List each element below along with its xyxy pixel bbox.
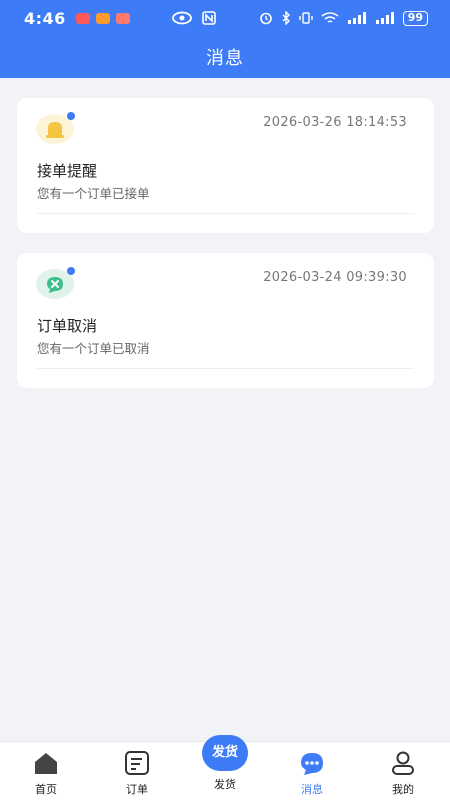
status-time: 4:46	[24, 8, 66, 28]
tab-orders-label: 订单	[126, 783, 148, 796]
orders-icon	[125, 751, 149, 775]
eye-icon	[171, 11, 192, 25]
messages-icon	[301, 753, 323, 775]
unread-dot	[67, 267, 75, 275]
ship-label: 发货	[214, 778, 236, 791]
status-bar: 4:46 99	[0, 0, 450, 36]
video-notification-icon	[95, 12, 110, 24]
notification-icons	[75, 12, 130, 24]
alarm-icon	[259, 12, 272, 25]
home-icon	[35, 753, 57, 774]
divider	[37, 213, 414, 214]
tab-home-label: 首页	[35, 783, 57, 796]
nfc-icon	[201, 11, 216, 25]
signal-icon	[347, 12, 366, 24]
tab-mine[interactable]: 我的	[368, 750, 438, 797]
status-center-icons	[171, 11, 216, 25]
battery-indicator: 99	[402, 10, 428, 26]
tab-messages-label: 消息	[301, 783, 323, 796]
tab-mine-label: 我的	[392, 783, 414, 796]
message-card[interactable]: 2026-03-26 18:14:53 接单提醒 您有一个订单已接单	[17, 98, 434, 233]
message-description: 您有一个订单已取消	[37, 341, 150, 356]
unread-dot	[67, 112, 75, 120]
vibrate-icon	[298, 12, 313, 24]
tab-home[interactable]: 首页	[11, 750, 81, 797]
message-time: 2026-03-24 09:39:30	[263, 270, 407, 285]
signal-2-icon	[375, 12, 394, 24]
wifi-icon	[321, 12, 339, 23]
message-title: 接单提醒	[37, 162, 98, 180]
bluetooth-icon	[282, 11, 290, 25]
tab-messages[interactable]: 消息	[277, 750, 347, 797]
user-icon	[392, 751, 414, 775]
message-time: 2026-03-26 18:14:53	[263, 115, 407, 130]
header: 4:46 99 消息	[0, 0, 450, 78]
page-title: 消息	[206, 48, 244, 69]
status-right-icons: 99	[259, 10, 428, 26]
divider	[37, 368, 414, 369]
message-description: 您有一个订单已接单	[37, 186, 150, 201]
chat-notification-icon	[115, 12, 130, 24]
tab-orders[interactable]: 订单	[102, 750, 172, 797]
message-title: 订单取消	[37, 317, 98, 335]
message-card[interactable]: 2026-03-24 09:39:30 订单取消 您有一个订单已取消	[17, 253, 434, 388]
ship-button[interactable]: 发货	[202, 735, 248, 771]
app-notification-icon	[75, 12, 90, 24]
